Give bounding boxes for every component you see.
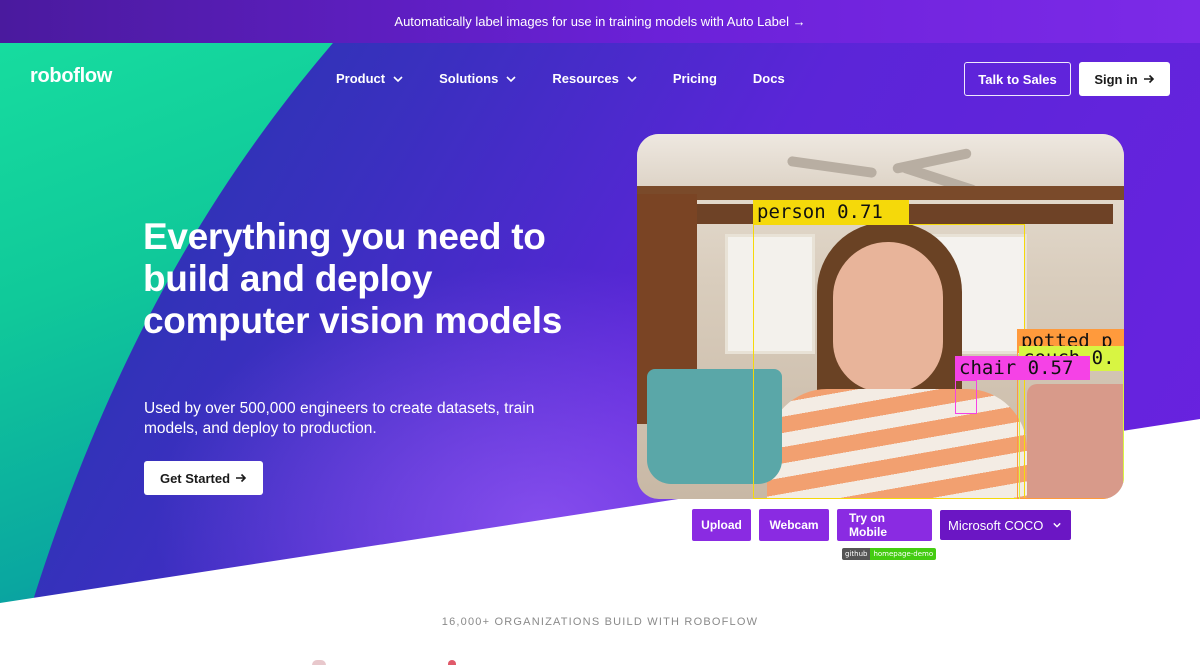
customer-logo (448, 660, 456, 665)
arrow-right-icon (236, 473, 247, 483)
nav-item-label: Pricing (672, 71, 717, 86)
detection-demo-video[interactable]: person 0.71 potted p couch 0. chair 0.57 (637, 134, 1124, 499)
github-badge-right: homepage-demo (870, 548, 937, 560)
bbox-chair (955, 380, 977, 414)
chevron-down-icon (393, 75, 403, 82)
nav-item-docs[interactable]: Docs (753, 71, 785, 86)
nav-item-label: Resources (552, 71, 619, 86)
nav-item-label: Product (336, 71, 386, 86)
bbox-label-person: person 0.71 (753, 200, 909, 224)
top-nav: roboflow Product Solutions Resources Pri… (0, 43, 1200, 115)
nav-item-label: Solutions (439, 71, 499, 86)
chevron-down-icon (1053, 522, 1061, 528)
try-on-mobile-button[interactable]: Try on Mobile (837, 509, 932, 541)
announcement-bar: Automatically label images for use in tr… (0, 0, 1200, 43)
sign-in-button[interactable]: Sign in (1079, 62, 1170, 96)
sign-in-label: Sign in (1094, 71, 1138, 87)
nav-links: Product Solutions Resources Pricing Docs (336, 71, 821, 86)
demo-controls: Upload Webcam Try on Mobile Microsoft CO… (692, 509, 1071, 541)
get-started-button[interactable]: Get Started (144, 461, 263, 495)
arrow-right-icon (1143, 74, 1154, 84)
demo-ceiling (637, 134, 1124, 189)
nav-item-label: Docs (752, 71, 785, 86)
customer-logo (312, 660, 326, 665)
hero-subtext: Used by over 500,000 engineers to create… (144, 400, 535, 437)
organizations-heading: 16,000+ ORGANIZATIONS BUILD WITH ROBOFLO… (441, 616, 759, 628)
nav-item-pricing[interactable]: Pricing (673, 71, 717, 86)
upload-button[interactable]: Upload (692, 509, 751, 541)
nav-item-resources[interactable]: Resources (552, 71, 637, 86)
nav-item-solutions[interactable]: Solutions (439, 71, 516, 86)
chevron-down-icon (627, 75, 637, 82)
github-badge-left: github (842, 548, 871, 560)
model-select[interactable]: Microsoft COCO (940, 510, 1071, 540)
webcam-button[interactable]: Webcam (759, 509, 829, 541)
github-badge[interactable]: github homepage-demo (842, 548, 937, 560)
get-started-label: Get Started (159, 470, 231, 486)
bbox-couch (1019, 370, 1124, 499)
chevron-down-icon (506, 75, 516, 82)
talk-to-sales-button[interactable]: Talk to Sales (964, 62, 1071, 96)
announcement-link[interactable]: Automatically label images for use in tr… (394, 14, 805, 29)
roboflow-logo[interactable]: roboflow (30, 65, 112, 88)
bbox-label-chair: chair 0.57 (955, 356, 1090, 380)
nav-item-product[interactable]: Product (336, 71, 403, 86)
hero-headline: Everything you need to build and deploy … (143, 216, 562, 341)
model-select-value: Microsoft COCO (948, 517, 1044, 533)
wood-beam (637, 186, 1124, 200)
